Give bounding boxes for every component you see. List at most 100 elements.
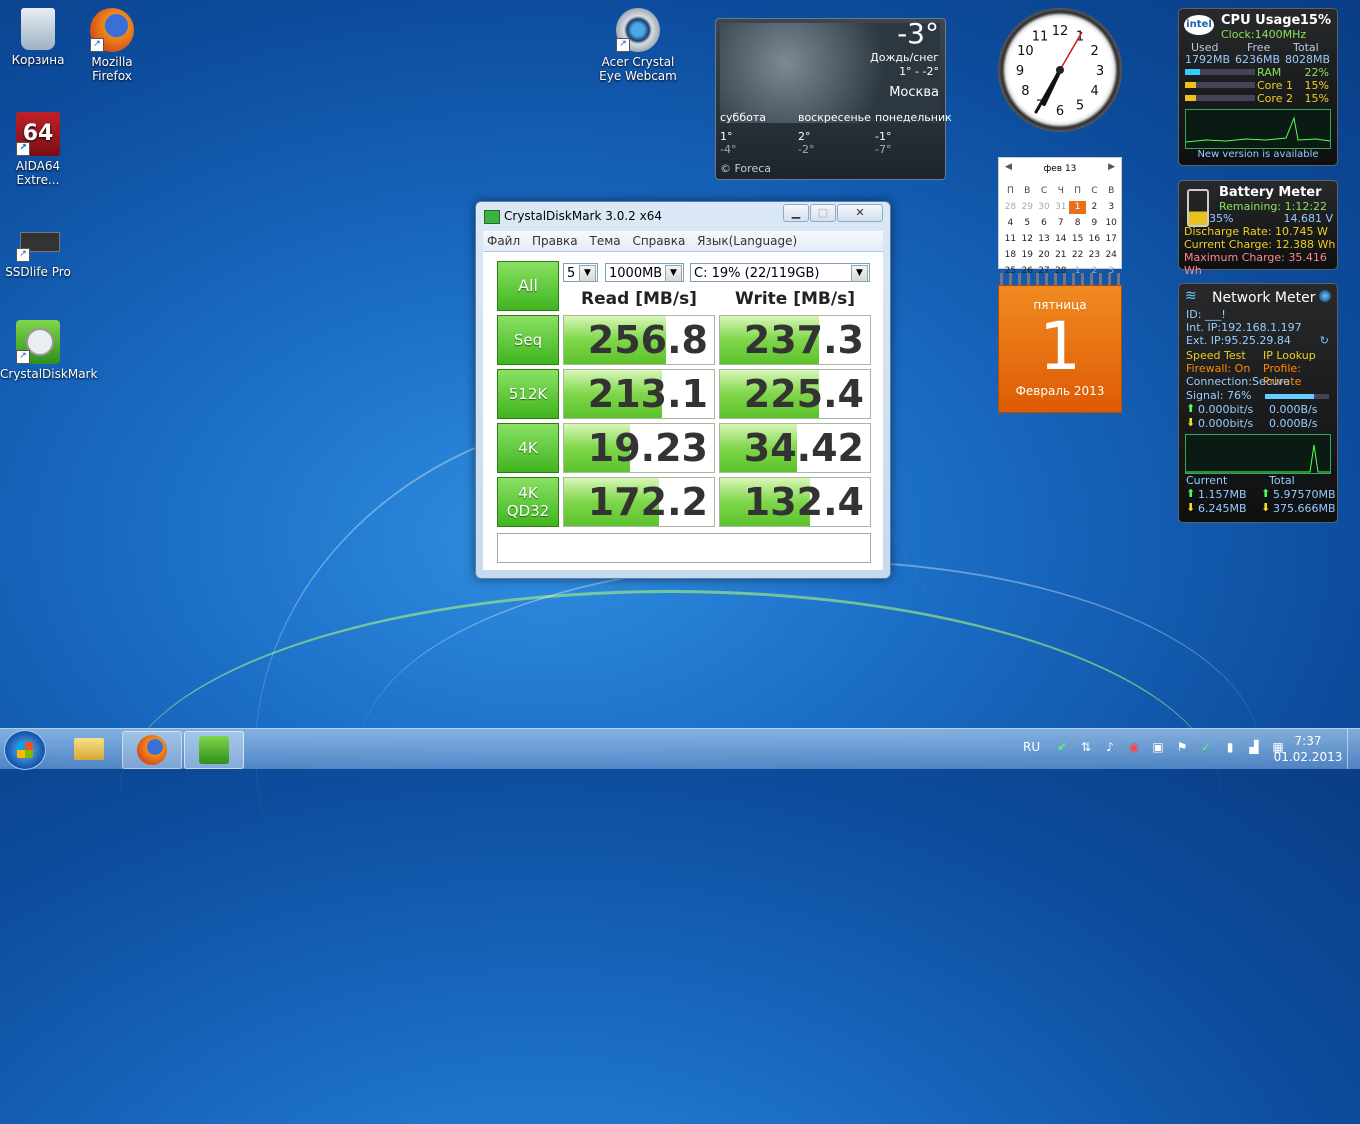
antivirus-icon[interactable]: ◉ — [1126, 739, 1142, 755]
calendar-day-cell: 20 — [1038, 250, 1050, 260]
ip-lookup-link[interactable]: IP Lookup — [1263, 349, 1316, 362]
menu-edit[interactable]: Правка — [528, 231, 582, 251]
512k-write-cell: 225.4 — [719, 369, 871, 419]
maximize-button[interactable]: ▢ — [810, 204, 836, 222]
calendar-month-year: Февраль 2013 — [1015, 384, 1105, 398]
desktop-icon-aida64[interactable]: 64 ↗ AIDA64 Extre... — [0, 112, 76, 187]
external-ip: Ext. IP:95.25.29.84 — [1186, 334, 1291, 347]
menu-file[interactable]: Файл — [483, 231, 524, 251]
cpu-gadget[interactable]: intel CPU Usage 15% Clock:1400MHz Used F… — [1178, 8, 1338, 166]
close-button[interactable]: ✕ — [837, 204, 883, 222]
refresh-icon[interactable]: ↻ — [1320, 334, 1329, 347]
signal-icon[interactable]: ▟ — [1246, 739, 1262, 755]
desktop-icon-crystaldiskmark[interactable]: ↗ CrystalDiskMark — [0, 320, 97, 381]
flag-icon[interactable]: ⚑ — [1174, 739, 1190, 755]
calendar-day-cell: 7 — [1057, 218, 1064, 228]
seq-button[interactable]: Seq — [497, 315, 559, 365]
battery-gadget[interactable]: Battery Meter Remaining: 1:12:22 35% 14.… — [1178, 180, 1338, 277]
size-select[interactable]: 1000MB ▼ — [605, 263, 684, 282]
display-icon[interactable]: ▣ — [1150, 739, 1166, 755]
runs-select[interactable]: 5 ▼ — [563, 263, 598, 282]
taskbar-firefox[interactable] — [122, 731, 182, 769]
weekday-header: П — [1007, 186, 1014, 196]
all-button[interactable]: All — [497, 261, 559, 311]
mem-used: 1792MB — [1185, 53, 1231, 66]
windows-logo-icon — [17, 742, 33, 758]
volume-icon[interactable]: ♪ — [1102, 739, 1118, 755]
network-graph — [1185, 434, 1331, 474]
weather-provider[interactable]: © Foreca — [720, 162, 771, 175]
start-button[interactable] — [4, 730, 46, 770]
next-month-icon[interactable]: ▶ — [1108, 162, 1115, 172]
calendar-spiral — [1000, 273, 1120, 285]
crystaldiskmark-window[interactable]: CrystalDiskMark 3.0.2 x64 ▁ ▢ ✕ Файл Пра… — [475, 201, 891, 579]
minimize-button[interactable]: ▁ — [783, 204, 809, 222]
mem-free: 6236MB — [1235, 53, 1281, 66]
current-download: 6.245MB — [1198, 502, 1247, 515]
seq-write-cell: 237.3 — [719, 315, 871, 365]
weekday-header: С — [1091, 186, 1098, 196]
clock-date[interactable]: 01.02.2013 — [1270, 750, 1346, 764]
desktop-icon-label: CrystalDiskMark — [0, 367, 98, 381]
security-icon[interactable]: ✓ — [1198, 739, 1214, 755]
desktop-icon-ssdlife[interactable]: ↗ SSDlife Pro — [0, 222, 76, 279]
weather-gadget[interactable]: -3° Дождь/снег 1° - -2° Москва суббота 1… — [715, 17, 952, 180]
weekday-header: В — [1024, 186, 1031, 196]
desktop-icon-recycle-bin[interactable]: Корзина — [0, 8, 76, 67]
4k-button[interactable]: 4K — [497, 423, 559, 473]
calendar-day-cell: 22 — [1071, 250, 1084, 260]
total-download: 375.666MB — [1273, 502, 1336, 515]
calendar-day-cell: 24 — [1105, 250, 1117, 260]
discharge-rate: Discharge Rate: 10.745 W — [1184, 225, 1328, 238]
clock-number: 6 — [1056, 104, 1064, 119]
drive-select[interactable]: C: 19% (22/119GB) ▼ — [690, 263, 870, 282]
desktop-icon-label: AIDA64 Extre... — [15, 159, 61, 187]
weather-desc: Дождь/снег — [870, 51, 939, 64]
calendar-day-cell: 14 — [1055, 234, 1067, 244]
calendar-day-cell: 28 — [1004, 202, 1017, 212]
battery-voltage: 14.681 V — [1283, 212, 1333, 225]
firefox-icon — [137, 735, 167, 765]
ram-value: 22% — [1304, 66, 1329, 79]
clock-number: 5 — [1076, 99, 1084, 114]
4k-qd32-write-cell: 132.4 — [719, 477, 871, 527]
cpu-title: CPU Usage — [1221, 13, 1301, 28]
clock-gadget[interactable]: 121234567891011 — [998, 8, 1122, 132]
menu-help[interactable]: Справка — [628, 231, 689, 251]
menu-language[interactable]: Язык(Language) — [693, 231, 801, 251]
menu-theme[interactable]: Тема — [585, 231, 624, 251]
size-value: 1000MB — [609, 266, 663, 281]
clock-time[interactable]: 7:37 — [1280, 734, 1336, 748]
current-upload: 1.157MB — [1198, 488, 1247, 501]
comment-field[interactable] — [497, 533, 871, 563]
512k-button[interactable]: 512K — [497, 369, 559, 419]
show-desktop-button[interactable] — [1347, 729, 1360, 769]
window-title: CrystalDiskMark 3.0.2 x64 — [504, 209, 662, 223]
battery-title: Battery Meter — [1219, 185, 1322, 200]
desktop-icon-label: SSDlife Pro — [5, 265, 71, 279]
update-link[interactable]: New version is available — [1179, 149, 1337, 160]
battery-icon[interactable]: ▮ — [1222, 739, 1238, 755]
check-icon[interactable]: ✔ — [1054, 739, 1070, 755]
4k-qd32-button[interactable]: 4K QD32 — [497, 477, 559, 527]
taskbar-explorer[interactable] — [60, 731, 118, 767]
battery-percent: 35% — [1209, 212, 1234, 225]
taskbar-crystaldiskmark[interactable] — [184, 731, 244, 769]
cpu-graph — [1185, 109, 1331, 149]
network-gadget[interactable]: ≋ Network Meter ID: ___! Int. IP:192.168… — [1178, 283, 1338, 523]
language-indicator[interactable]: RU — [1023, 740, 1040, 754]
calendar-grid: П В С Ч П С В28 29 30 31 1 2 34 5 6 7 8 9 1011 12 13 14 15 16 17… — [1002, 182, 1120, 278]
desktop-icon-webcam[interactable]: ↗ Acer Crystal Eye Webcam — [598, 8, 678, 83]
calendar-day-cell: 17 — [1105, 234, 1117, 244]
512k-read-cell: 213.1 — [563, 369, 715, 419]
clock-number: 8 — [1021, 84, 1029, 99]
4k-read-value: 19.23 — [587, 426, 708, 470]
desktop-icon-firefox[interactable]: ↗ Mozilla Firefox — [74, 8, 150, 83]
calendar-gadget[interactable]: ◀ фев 13 ▶ П В С Ч П С В28 29 30 31 1 2 34 5 6 7 8 9 1011 1… — [998, 157, 1122, 415]
app-icon — [484, 210, 500, 224]
calendar-day-cell: 16 — [1088, 234, 1101, 244]
calendar-day-cell: 4 — [1007, 218, 1014, 228]
sync-icon[interactable]: ⇅ — [1078, 739, 1094, 755]
seq-read-cell: 256.8 — [563, 315, 715, 365]
speed-test-link[interactable]: Speed Test — [1186, 349, 1246, 362]
